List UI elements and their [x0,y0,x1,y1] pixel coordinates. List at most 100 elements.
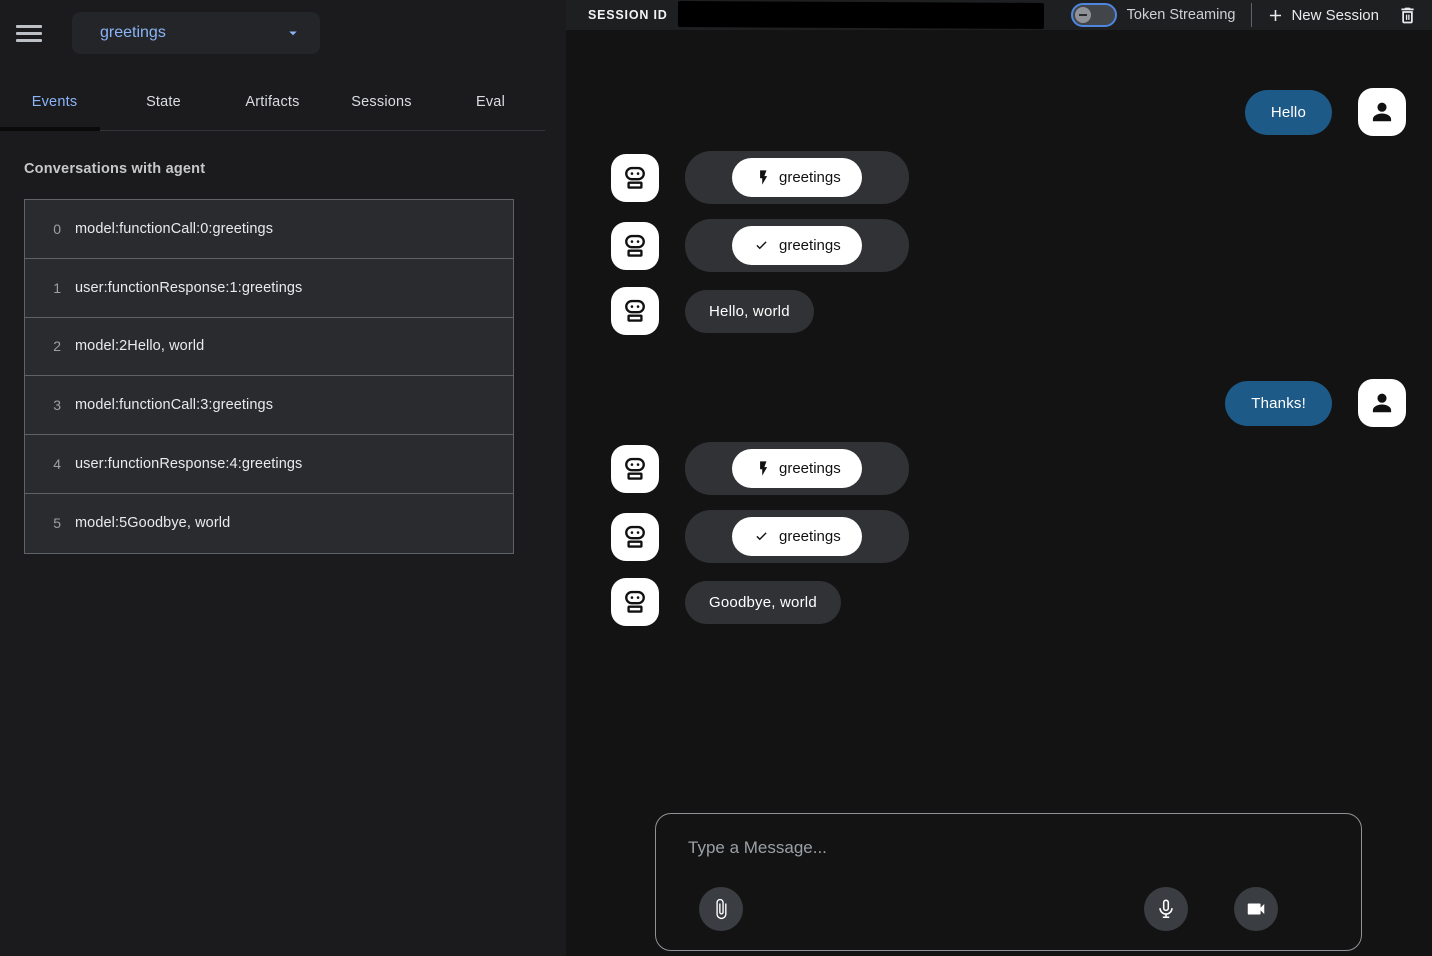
tab-sessions[interactable]: Sessions [327,80,436,130]
sidebar: greetings Events State Artifacts Session… [0,0,566,956]
bot-avatar [611,222,659,270]
message-row-bot: Hello, world [611,287,1406,335]
microphone-button[interactable] [1144,887,1188,931]
bot-message-bubble: Goodbye, world [685,581,841,624]
event-list: 0 model:functionCall:0:greetings 1 user:… [24,199,514,554]
event-index: 5 [47,515,61,531]
message-input[interactable] [688,838,1329,878]
chat-transcript: Hello greetings [566,30,1432,813]
function-call-chip[interactable]: greetings [732,449,862,488]
function-response-chip[interactable]: greetings [732,517,862,556]
bot-avatar [611,154,659,202]
composer-actions [656,887,1361,931]
message-composer [655,813,1362,951]
event-row[interactable]: 4 user:functionResponse:4:greetings [25,435,513,494]
mic-icon [1155,898,1177,920]
event-index: 3 [47,397,61,413]
session-id-redacted-value [677,1,1043,29]
robot-icon [621,523,649,551]
bot-avatar [611,578,659,626]
tab-state[interactable]: State [109,80,218,130]
event-label: user:functionResponse:4:greetings [75,456,302,472]
function-response-label: greetings [779,528,841,545]
menu-hamburger-icon[interactable] [14,13,58,53]
event-index: 2 [47,338,61,354]
bot-avatar [611,513,659,561]
message-row-bot: greetings [611,510,1406,563]
user-message-bubble: Thanks! [1225,381,1332,426]
bot-avatar [611,445,659,493]
event-label: model:2Hello, world [75,338,204,354]
new-session-button[interactable]: New Session [1266,6,1379,25]
token-streaming-toggle[interactable] [1071,3,1117,27]
agent-select-value: greetings [100,24,166,42]
person-icon [1369,390,1395,416]
header-actions: Token Streaming New Session [1071,3,1422,27]
message-row-bot: greetings [611,442,1406,495]
event-index: 4 [47,456,61,472]
token-streaming-label: Token Streaming [1127,7,1236,23]
check-icon [753,528,770,545]
videocam-icon [1245,898,1267,920]
event-row[interactable]: 3 model:functionCall:3:greetings [25,376,513,435]
bot-message-bubble: greetings [685,510,909,563]
function-response-chip[interactable]: greetings [732,226,862,265]
message-row-bot: greetings [611,151,1406,204]
adk-web-app: greetings Events State Artifacts Session… [0,0,1432,956]
event-index: 0 [47,221,61,237]
bot-message-bubble: Hello, world [685,290,814,333]
tab-events[interactable]: Events [0,80,109,130]
bot-message-bubble: greetings [685,219,909,272]
events-panel-heading: Conversations with agent [24,161,566,177]
video-button[interactable] [1234,887,1278,931]
bolt-icon [753,460,770,477]
plus-icon [1266,6,1285,25]
message-row-user: Hello [611,88,1406,136]
robot-icon [621,232,649,260]
function-call-chip[interactable]: greetings [732,158,862,197]
event-row[interactable]: 5 model:5Goodbye, world [25,494,513,553]
event-label: model:functionCall:3:greetings [75,397,273,413]
event-row[interactable]: 0 model:functionCall:0:greetings [25,200,513,259]
tab-eval[interactable]: Eval [436,80,545,130]
attach-file-button[interactable] [699,887,743,931]
check-icon [753,237,770,254]
robot-icon [621,164,649,192]
event-index: 1 [47,280,61,296]
session-id-label: SESSION ID [588,8,668,22]
bot-message-bubble: greetings [685,151,909,204]
sidebar-tabs: Events State Artifacts Sessions Eval [0,80,545,131]
robot-icon [621,297,649,325]
event-row[interactable]: 2 model:2Hello, world [25,318,513,377]
main-panel: SESSION ID Token Streaming New Session [566,0,1432,956]
new-session-label: New Session [1291,7,1379,24]
user-avatar [1358,88,1406,136]
event-row[interactable]: 1 user:functionResponse:1:greetings [25,259,513,318]
bolt-icon [753,169,770,186]
message-row-user: Thanks! [611,379,1406,427]
tab-artifacts[interactable]: Artifacts [218,80,327,130]
agent-select-dropdown[interactable]: greetings [72,12,320,54]
event-label: model:5Goodbye, world [75,515,230,531]
function-response-label: greetings [779,237,841,254]
paperclip-icon [710,898,732,920]
person-icon [1369,99,1395,125]
event-label: user:functionResponse:1:greetings [75,280,302,296]
function-call-label: greetings [779,460,841,477]
bot-avatar [611,287,659,335]
message-row-bot: Goodbye, world [611,578,1406,626]
robot-icon [621,455,649,483]
user-message-bubble: Hello [1245,90,1332,135]
header-divider [1251,3,1252,27]
toggle-thumb-icon [1075,7,1091,23]
trash-icon [1397,5,1418,26]
sidebar-top: greetings [0,0,566,58]
delete-session-button[interactable] [1397,5,1418,26]
robot-icon [621,588,649,616]
session-header: SESSION ID Token Streaming New Session [566,0,1432,30]
message-group-gap [611,350,1406,364]
user-avatar [1358,379,1406,427]
function-call-label: greetings [779,169,841,186]
message-row-bot: greetings [611,219,1406,272]
chevron-down-icon [284,24,302,42]
